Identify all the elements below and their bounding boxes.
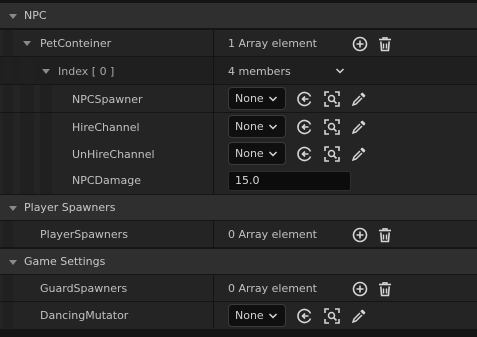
indent-bar (3, 221, 13, 247)
pet-conteiner-value: 1 Array element (228, 37, 317, 50)
property-row-index-0[interactable]: Index [ 0 ] 4 members (0, 57, 477, 84)
column-divider[interactable] (213, 113, 214, 140)
column-divider[interactable] (213, 275, 214, 301)
property-row-hire-channel[interactable]: HireChannel None (0, 113, 477, 140)
indent-bar (20, 140, 34, 167)
category-player-spawners-label: Player Spawners (24, 201, 116, 214)
column-divider[interactable] (213, 140, 214, 167)
indent-bar (3, 302, 13, 329)
unhire-channel-select[interactable]: None (228, 142, 286, 165)
indent-bar (20, 85, 34, 112)
unhire-channel-label: UnHireChannel (72, 148, 155, 161)
pet-conteiner-label: PetConteiner (40, 37, 112, 50)
npc-damage-label: NPCDamage (72, 174, 141, 187)
chevron-down-icon[interactable] (335, 66, 345, 76)
indent-bar (3, 85, 13, 112)
delete-icon[interactable] (376, 280, 394, 298)
column-divider[interactable] (213, 85, 214, 112)
npc-spawner-label: NPCSpawner (72, 93, 143, 106)
indent-bar (40, 113, 52, 140)
indent-bar (40, 167, 52, 194)
indent-bar (3, 113, 13, 140)
property-row-npc-damage[interactable]: NPCDamage 15.0 (0, 167, 477, 194)
hire-channel-value: None (235, 120, 264, 133)
property-row-npc-spawner[interactable]: NPCSpawner None (0, 85, 477, 112)
eyedropper-icon[interactable] (350, 90, 368, 108)
unhire-channel-value: None (235, 147, 264, 160)
indent-bar (40, 85, 52, 112)
npc-spawner-value: None (235, 92, 264, 105)
category-npc[interactable]: NPC (0, 3, 477, 28)
chevron-down-icon (268, 311, 278, 321)
column-divider[interactable] (213, 57, 214, 84)
guard-spawners-value: 0 Array element (228, 282, 317, 295)
browse-icon[interactable] (323, 90, 341, 108)
indent-bar (20, 113, 34, 140)
property-row-player-spawners[interactable]: PlayerSpawners 0 Array element (0, 221, 477, 247)
guard-spawners-label: GuardSpawners (40, 282, 128, 295)
eyedropper-icon[interactable] (350, 118, 368, 136)
delete-icon[interactable] (376, 35, 394, 53)
expand-arrow-icon[interactable] (9, 260, 17, 265)
reset-to-default-icon[interactable] (296, 307, 314, 325)
indent-bar (3, 275, 13, 301)
hire-channel-label: HireChannel (72, 121, 140, 134)
browse-icon[interactable] (323, 118, 341, 136)
expand-arrow-icon[interactable] (23, 41, 31, 46)
property-row-dancing-mutator[interactable]: DancingMutator None (0, 302, 477, 329)
indent-bar (3, 167, 13, 194)
player-spawners-value: 0 Array element (228, 228, 317, 241)
column-divider[interactable] (213, 167, 214, 194)
indent-bar (20, 57, 34, 84)
reset-to-default-icon[interactable] (296, 118, 314, 136)
add-icon[interactable] (351, 280, 369, 298)
column-divider[interactable] (213, 221, 214, 247)
expand-arrow-icon[interactable] (9, 14, 17, 19)
expand-arrow-icon[interactable] (9, 206, 17, 211)
chevron-down-icon (268, 94, 278, 104)
npc-damage-value: 15.0 (235, 174, 260, 187)
reset-to-default-icon[interactable] (296, 145, 314, 163)
property-row-pet-conteiner[interactable]: PetConteiner 1 Array element (0, 30, 477, 56)
dancing-mutator-label: DancingMutator (40, 309, 129, 322)
browse-icon[interactable] (323, 307, 341, 325)
hire-channel-select[interactable]: None (228, 115, 286, 138)
chevron-down-icon (268, 122, 278, 132)
category-npc-label: NPC (24, 9, 47, 22)
indent-bar (3, 140, 13, 167)
property-row-unhire-channel[interactable]: UnHireChannel None (0, 140, 477, 167)
column-divider[interactable] (213, 302, 214, 329)
category-game-settings[interactable]: Game Settings (0, 249, 477, 274)
category-player-spawners[interactable]: Player Spawners (0, 195, 477, 220)
npc-damage-input[interactable]: 15.0 (228, 171, 351, 191)
indent-bar (3, 57, 13, 84)
eyedropper-icon[interactable] (350, 307, 368, 325)
index-0-value: 4 members (228, 65, 291, 78)
add-icon[interactable] (351, 35, 369, 53)
delete-icon[interactable] (376, 226, 394, 244)
eyedropper-icon[interactable] (350, 145, 368, 163)
indent-bar (40, 140, 52, 167)
dancing-mutator-value: None (235, 309, 264, 322)
index-0-label: Index [ 0 ] (58, 65, 115, 78)
add-icon[interactable] (351, 226, 369, 244)
player-spawners-label: PlayerSpawners (40, 228, 128, 241)
browse-icon[interactable] (323, 145, 341, 163)
npc-spawner-select[interactable]: None (228, 87, 286, 110)
dancing-mutator-select[interactable]: None (228, 304, 286, 327)
chevron-down-icon (268, 149, 278, 159)
property-row-guard-spawners[interactable]: GuardSpawners 0 Array element (0, 275, 477, 301)
indent-bar (3, 30, 13, 56)
expand-arrow-icon[interactable] (42, 69, 50, 74)
category-game-settings-label: Game Settings (24, 255, 106, 268)
column-divider[interactable] (213, 30, 214, 56)
reset-to-default-icon[interactable] (296, 90, 314, 108)
indent-bar (20, 167, 34, 194)
details-panel: NPC PetConteiner 1 Array element Index [… (0, 0, 477, 337)
